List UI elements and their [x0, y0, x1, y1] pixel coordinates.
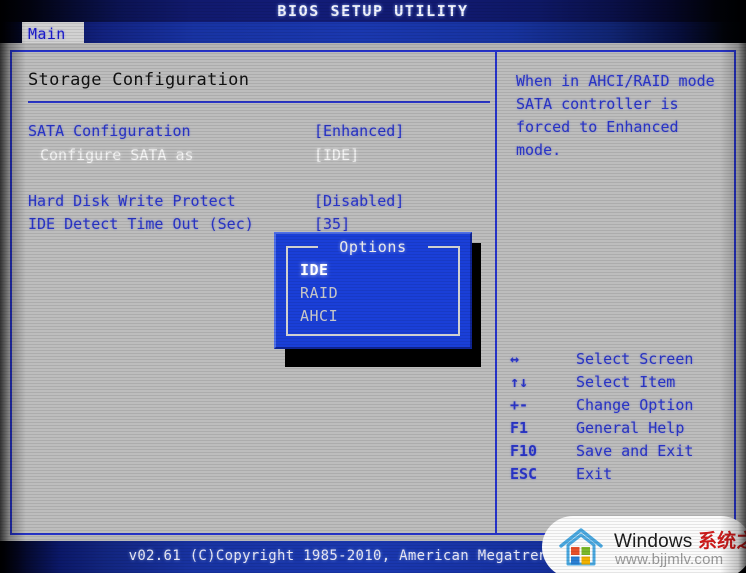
- arrows-horizontal-icon: ↔: [510, 350, 520, 368]
- setting-label: SATA Configuration: [28, 122, 191, 140]
- help-text-line: SATA controller is: [516, 95, 679, 113]
- watermark-brand-cn: 系统之家: [697, 531, 746, 552]
- help-pane: When in AHCI/RAID mode SATA controller i…: [500, 52, 736, 533]
- setting-row-configure-sata-as[interactable]: Configure SATA as [IDE]: [28, 144, 494, 166]
- dialog-frame-right: [458, 246, 460, 336]
- arrows-vertical-icon: ↑↓: [510, 373, 529, 391]
- legend-row-select-screen: ↔ Select Screen: [510, 348, 730, 371]
- title-bar: BIOS SETUP UTILITY: [0, 0, 746, 22]
- option-item-ide[interactable]: IDE: [300, 261, 329, 279]
- options-dialog-title: Options: [339, 238, 407, 256]
- key-esc-label: ESC: [510, 465, 538, 483]
- dialog-frame-bottom: [286, 334, 460, 336]
- watermark-url: www.bjjmlv.com: [615, 551, 724, 568]
- legend-row-change-option: +- Change Option: [510, 394, 730, 417]
- heading-rule: [28, 101, 490, 103]
- help-text-line: forced to Enhanced: [516, 118, 679, 136]
- setting-value[interactable]: [Enhanced]: [314, 120, 404, 142]
- key-f10-label: F10: [510, 442, 538, 460]
- legend-description: Save and Exit: [576, 442, 694, 460]
- watermark-brand: Windows 系统之家: [614, 526, 746, 553]
- legend-description: Select Screen: [576, 350, 694, 368]
- help-text-line: When in AHCI/RAID mode: [516, 72, 715, 90]
- legend-row-save-and-exit: F10 Save and Exit: [510, 440, 730, 463]
- setting-row-sata-configuration[interactable]: SATA Configuration [Enhanced]: [28, 120, 494, 142]
- key-f1-label: F1: [510, 419, 529, 437]
- page-title: BIOS SETUP UTILITY: [277, 2, 469, 20]
- setting-row-hard-disk-write-protect[interactable]: Hard Disk Write Protect [Disabled]: [28, 190, 494, 212]
- legend-description: Change Option: [576, 396, 694, 414]
- setting-value[interactable]: [IDE]: [314, 144, 359, 166]
- dialog-frame-left: [286, 246, 288, 336]
- windows-house-logo-icon: [559, 528, 603, 566]
- watermark-badge: Windows 系统之家 www.bjjmlv.com: [542, 516, 746, 573]
- section-heading: Storage Configuration: [28, 70, 250, 90]
- legend-row-select-item: ↑↓ Select Item: [510, 371, 730, 394]
- legend-description: General Help: [576, 419, 685, 437]
- setting-label: Hard Disk Write Protect: [28, 192, 236, 210]
- setting-label: IDE Detect Time Out (Sec): [28, 215, 254, 233]
- options-dialog[interactable]: Options IDE RAID AHCI: [274, 232, 472, 349]
- legend-row-exit: ESC Exit: [510, 463, 730, 486]
- legend-description: Exit: [576, 465, 613, 483]
- bios-setup-screen: BIOS SETUP UTILITY Main Storage Configur…: [0, 0, 746, 573]
- option-item-raid[interactable]: RAID: [300, 284, 338, 302]
- legend-description: Select Item: [576, 373, 676, 391]
- plus-minus-icon: +-: [510, 396, 529, 414]
- setting-label: Configure SATA as: [40, 146, 194, 164]
- pane-divider: [495, 52, 497, 533]
- legend-row-general-help: F1 General Help: [510, 417, 730, 440]
- help-text-line: mode.: [516, 141, 562, 159]
- setting-value[interactable]: [Disabled]: [314, 190, 404, 212]
- option-item-ahci[interactable]: AHCI: [300, 307, 338, 325]
- watermark-brand-en: Windows: [614, 531, 698, 552]
